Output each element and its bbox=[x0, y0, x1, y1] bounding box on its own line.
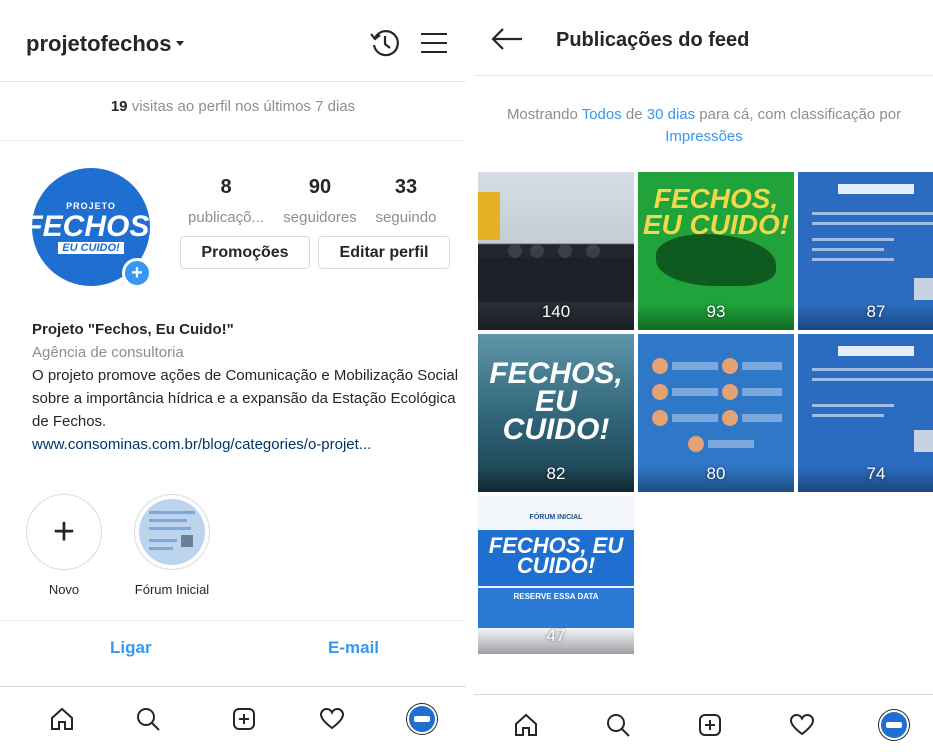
story-highlight-ring[interactable] bbox=[134, 494, 210, 570]
visits-text: visitas ao perfil nos últimos 7 dias bbox=[127, 98, 356, 115]
post-impressions: 74 bbox=[866, 464, 886, 483]
divider bbox=[0, 140, 466, 141]
post-tile[interactable]: 87 bbox=[798, 172, 933, 330]
menu-icon[interactable] bbox=[419, 30, 449, 56]
post-impressions: 47 bbox=[546, 626, 566, 645]
post-tile[interactable]: FECHOS, EU CUIDO! 93 bbox=[638, 172, 794, 330]
profile-visits: 19 visitas ao perfil nos últimos 7 dias bbox=[0, 98, 466, 115]
filter-period-link[interactable]: 30 dias bbox=[647, 106, 695, 123]
profile-website-link[interactable]: www.consominas.com.br/blog/categories/o-… bbox=[32, 433, 462, 456]
heart-icon[interactable] bbox=[780, 703, 824, 747]
feed-filter: Mostrando Todos de 30 dias para cá, com … bbox=[504, 104, 904, 148]
search-icon[interactable] bbox=[596, 703, 640, 747]
profile-bio: Projeto "Fechos, Eu Cuido!" Agência de c… bbox=[32, 318, 462, 456]
promotions-button[interactable]: Promoções bbox=[180, 236, 310, 269]
home-icon[interactable] bbox=[40, 697, 84, 741]
post-tile[interactable]: 80 bbox=[638, 334, 794, 492]
post-tile[interactable]: FECHOS, EU CUIDO! 82 bbox=[478, 334, 634, 492]
stat-followers-label: seguidores bbox=[283, 209, 357, 226]
username-switcher[interactable]: projetofechos bbox=[26, 31, 171, 57]
filter-type-link[interactable]: Todos bbox=[582, 106, 622, 123]
call-button[interactable]: Ligar bbox=[110, 638, 152, 658]
home-icon[interactable] bbox=[504, 703, 548, 747]
stat-following-value: 33 bbox=[394, 176, 418, 198]
story-highlight[interactable]: Fórum Inicial bbox=[124, 494, 220, 597]
profile-avatar-image bbox=[879, 710, 909, 740]
bottom-nav bbox=[474, 694, 933, 752]
avatar-text-line3: EU CUIDO! bbox=[58, 241, 124, 254]
profile-avatar[interactable] bbox=[872, 703, 916, 747]
post-impressions: 140 bbox=[541, 302, 571, 321]
avatar-text-line1: PROJETO bbox=[66, 200, 116, 211]
profile-panel: projetofechos 19 visitas ao perfil nos ú… bbox=[0, 0, 466, 752]
post-impressions: 93 bbox=[706, 302, 726, 321]
post-tile[interactable]: 140 bbox=[478, 172, 634, 330]
bottom-nav bbox=[0, 686, 466, 752]
add-post-icon[interactable] bbox=[688, 703, 732, 747]
story-new-ring[interactable]: + bbox=[26, 494, 102, 570]
filter-sort-link[interactable]: Impressões bbox=[665, 128, 743, 145]
profile-category: Agência de consultoria bbox=[32, 344, 184, 361]
back-arrow-icon[interactable] bbox=[490, 26, 524, 52]
email-button[interactable]: E-mail bbox=[328, 638, 379, 658]
profile-header: projetofechos bbox=[0, 0, 466, 82]
post-image-text: FECHOS, EU CUIDO! bbox=[488, 533, 624, 578]
chevron-down-icon[interactable] bbox=[176, 41, 184, 46]
visits-count: 19 bbox=[110, 98, 128, 115]
post-image-text: FECHOS, EU CUIDO! bbox=[642, 183, 790, 240]
profile-description: O projeto promove ações de Comunicação e… bbox=[32, 367, 459, 430]
post-tile[interactable]: 74 bbox=[798, 334, 933, 492]
stat-posts-value: 8 bbox=[220, 176, 232, 198]
post-image-top-text: FÓRUM INICIAL bbox=[529, 514, 583, 521]
panel-gap bbox=[466, 0, 474, 752]
post-impressions: 87 bbox=[866, 302, 886, 321]
stat-posts-label: publicaçõ... bbox=[188, 209, 264, 226]
filter-prefix: Mostrando bbox=[506, 106, 582, 123]
divider bbox=[0, 620, 466, 621]
history-icon[interactable] bbox=[368, 26, 402, 60]
stat-followers[interactable]: 90 seguidores bbox=[280, 176, 360, 226]
post-image-text: FECHOS, EU CUIDO! bbox=[489, 357, 623, 446]
profile-avatar-image bbox=[407, 704, 437, 734]
filter-mid2: para cá, com classificação por bbox=[695, 106, 902, 123]
highlight-thumbnail bbox=[139, 499, 205, 565]
edit-profile-button[interactable]: Editar perfil bbox=[318, 236, 450, 269]
story-highlight-label: Fórum Inicial bbox=[134, 582, 210, 597]
heart-icon[interactable] bbox=[310, 697, 354, 741]
post-tile[interactable]: FÓRUM INICIAL FECHOS, EU CUIDO! RESERVE … bbox=[478, 496, 634, 654]
story-new-label: Novo bbox=[48, 582, 80, 597]
stat-following-label: seguindo bbox=[375, 209, 437, 226]
add-story-icon[interactable]: + bbox=[122, 258, 152, 288]
post-image-lower-text: RESERVE ESSA DATA bbox=[513, 592, 599, 601]
avatar-text-line2: FECHOS, bbox=[24, 209, 158, 243]
post-impressions: 80 bbox=[706, 464, 726, 483]
search-icon[interactable] bbox=[126, 697, 170, 741]
page-title: Publicações do feed bbox=[556, 29, 750, 51]
stat-followers-value: 90 bbox=[308, 176, 332, 198]
add-post-icon[interactable] bbox=[222, 697, 266, 741]
plus-icon: + bbox=[52, 511, 76, 553]
stat-following[interactable]: 33 seguindo bbox=[366, 176, 446, 226]
feed-panel: Publicações do feed Mostrando Todos de 3… bbox=[474, 0, 933, 752]
profile-avatar[interactable] bbox=[400, 697, 444, 741]
profile-name: Projeto "Fechos, Eu Cuido!" bbox=[32, 321, 234, 338]
feed-header: Publicações do feed bbox=[474, 0, 933, 76]
story-new[interactable]: + Novo bbox=[16, 494, 112, 597]
filter-mid: de bbox=[621, 106, 647, 123]
post-impressions: 82 bbox=[546, 464, 566, 483]
stat-posts[interactable]: 8 publicaçõ... bbox=[186, 176, 266, 226]
